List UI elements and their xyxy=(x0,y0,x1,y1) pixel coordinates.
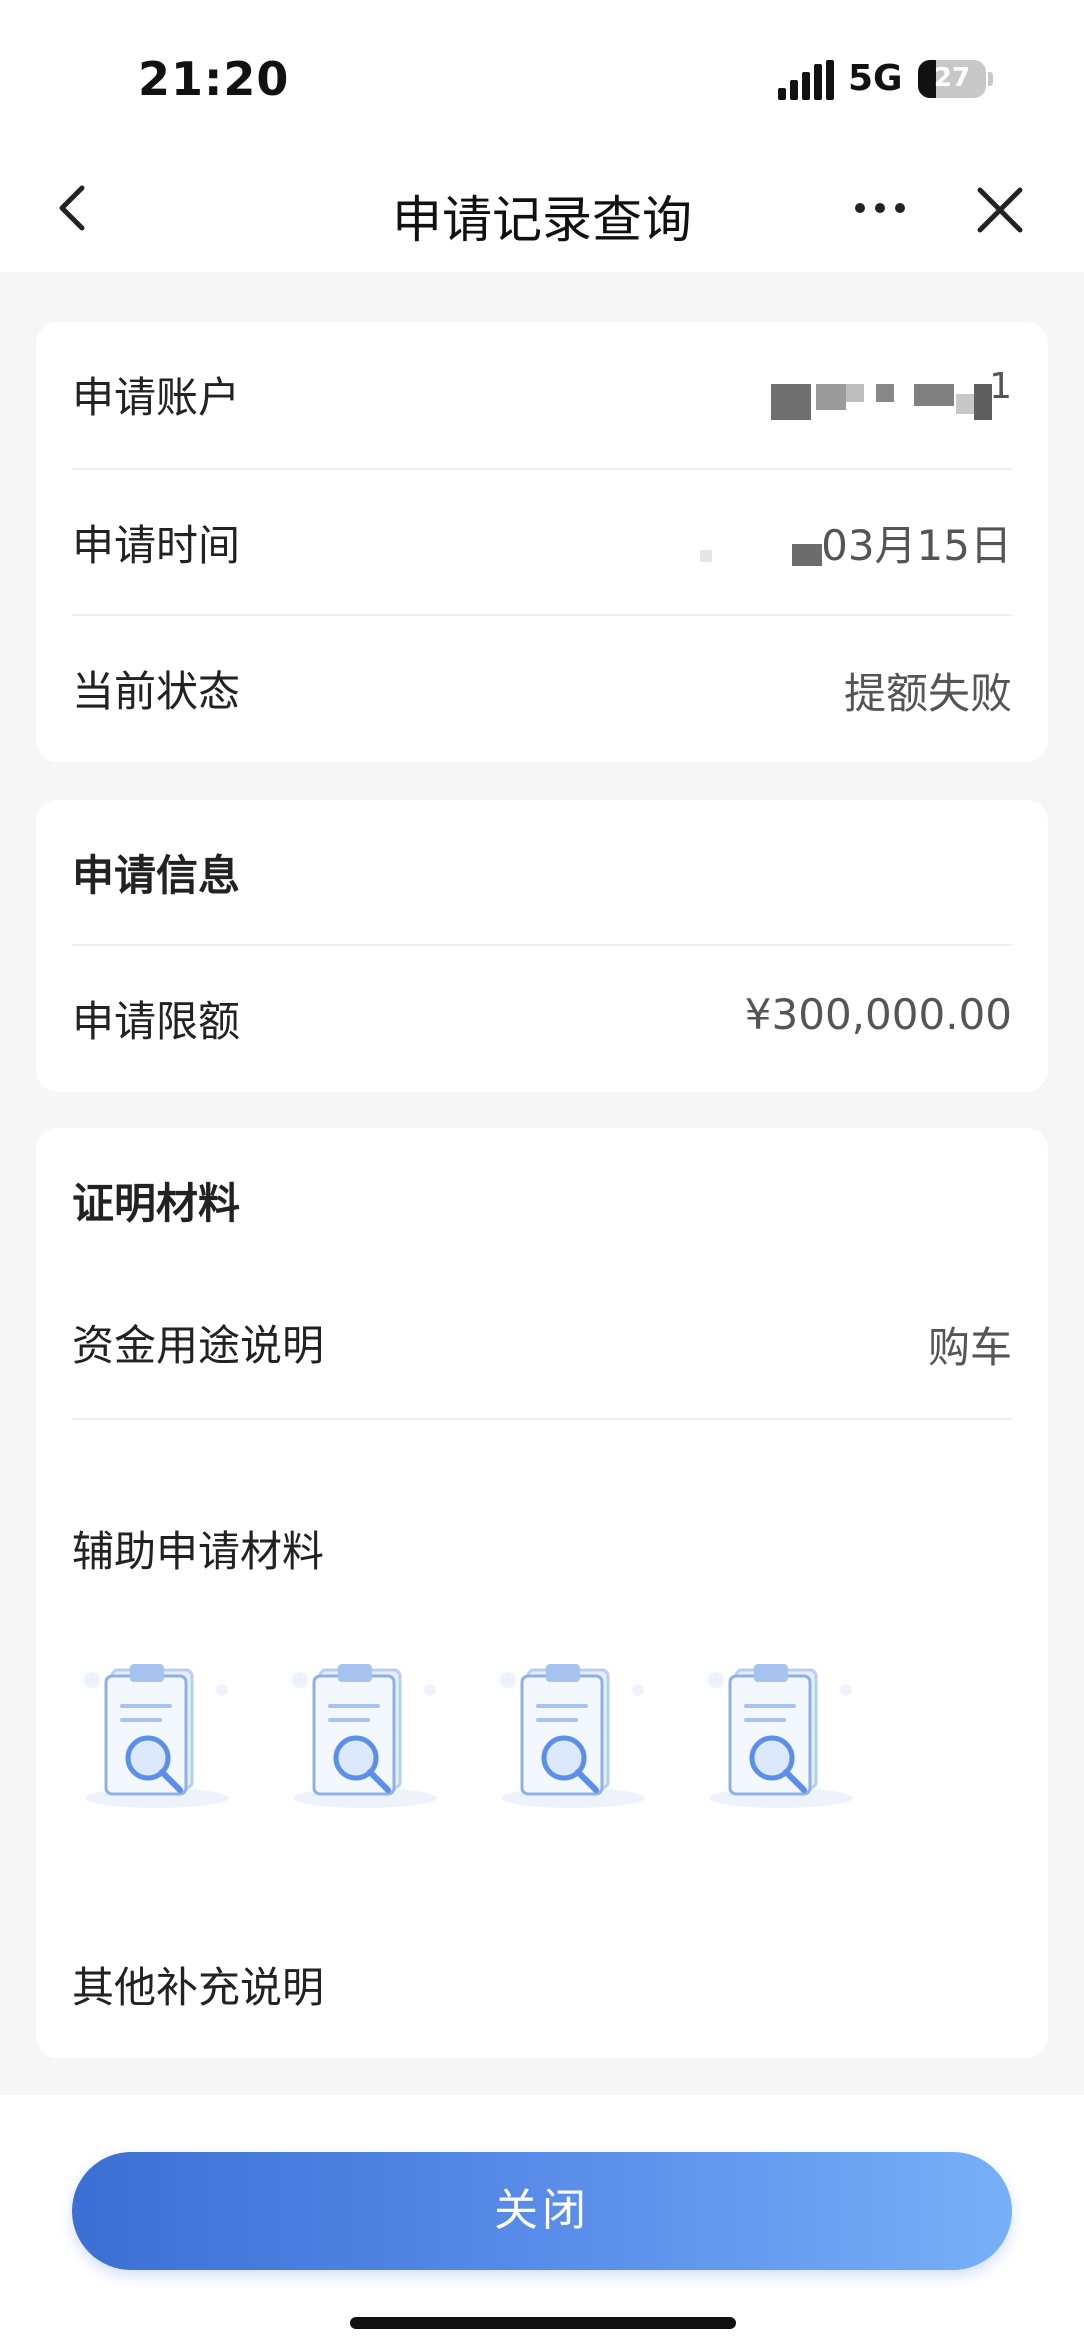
battery-level: 27 xyxy=(933,63,971,93)
document-preview-icon[interactable] xyxy=(72,1650,242,1820)
redacted-account xyxy=(771,384,811,420)
status-bar: 21:20 5G 27 xyxy=(0,0,1084,160)
limit-label: 申请限额 xyxy=(72,997,241,1046)
aux-materials-label: 辅助申请材料 xyxy=(72,1527,325,1576)
divider xyxy=(72,1418,1012,1420)
apply-time-value: 03月15日 xyxy=(821,521,1012,570)
materials-card: 证明材料 资金用途说明 购车 辅助申请材料 其他补充说明 xyxy=(36,1128,1048,2058)
document-preview-icon[interactable] xyxy=(488,1650,658,1820)
close-icon[interactable] xyxy=(970,180,1030,240)
more-icon[interactable] xyxy=(848,178,912,238)
close-button[interactable]: 关闭 xyxy=(72,2152,1012,2270)
redacted-account-4 xyxy=(876,384,894,402)
battery-icon: 27 xyxy=(918,60,986,98)
purpose-label: 资金用途说明 xyxy=(72,1321,325,1370)
basic-info-card: 申请账户 1 申请时间 03月15日 当前状态 提额失败 xyxy=(36,322,1048,762)
purpose-value: 购车 xyxy=(927,1323,1012,1372)
redacted-account-6 xyxy=(956,394,976,414)
divider xyxy=(72,614,1012,616)
redacted-account-5 xyxy=(914,384,954,406)
status-time: 21:20 xyxy=(138,52,290,106)
document-preview-icon[interactable] xyxy=(696,1650,866,1820)
apply-info-title: 申请信息 xyxy=(72,851,241,900)
divider xyxy=(72,468,1012,470)
home-indicator xyxy=(350,2317,736,2329)
network-type: 5G xyxy=(848,58,903,99)
limit-value: ¥300,000.00 xyxy=(744,990,1012,1039)
divider xyxy=(72,944,1012,946)
navigation-bar: 申请记录查询 xyxy=(0,160,1084,272)
apply-time-label: 申请时间 xyxy=(72,521,241,570)
other-notes-label: 其他补充说明 xyxy=(72,1963,325,2012)
apply-info-card: 申请信息 申请限额 ¥300,000.00 xyxy=(36,800,1048,1092)
document-preview-icon[interactable] xyxy=(280,1650,450,1820)
account-label: 申请账户 xyxy=(72,373,241,422)
redacted-date xyxy=(700,550,712,562)
signal-icon xyxy=(778,60,834,100)
screen: 21:20 5G 27 申请记录查询 申请账户 1 申请时间 03月15日 当前… xyxy=(0,0,1084,2351)
redacted-date-2 xyxy=(792,544,822,566)
redacted-account-3 xyxy=(846,384,864,402)
battery-tip xyxy=(988,72,993,86)
status-value: 提额失败 xyxy=(843,669,1012,718)
account-value: 1 xyxy=(989,366,1012,407)
page-title: 申请记录查询 xyxy=(392,191,692,249)
status-label: 当前状态 xyxy=(72,667,241,716)
materials-title: 证明材料 xyxy=(72,1179,241,1228)
redacted-account-2 xyxy=(816,384,846,410)
